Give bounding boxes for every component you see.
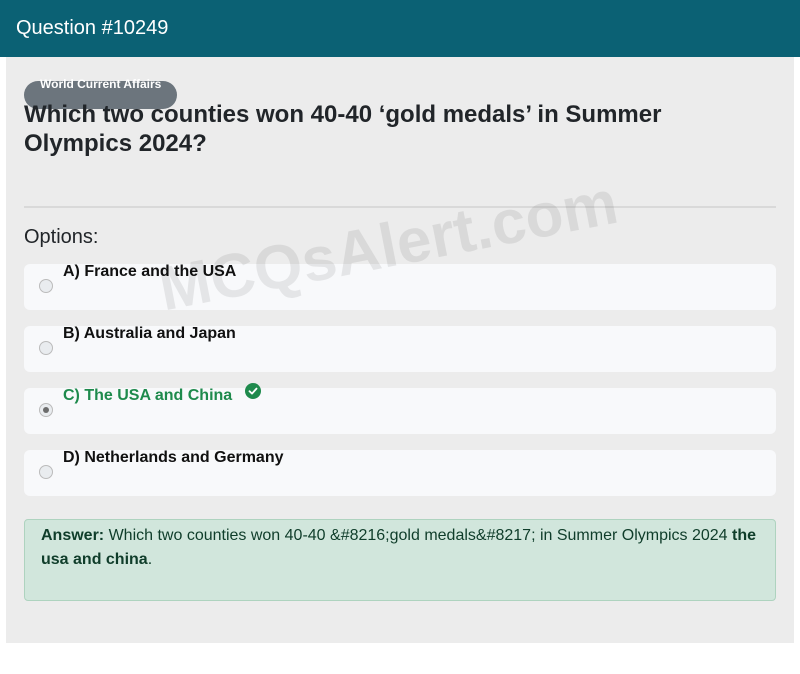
option-b-label: B) Australia and Japan — [63, 325, 236, 342]
page-header: Question #10249 — [0, 0, 800, 57]
option-d-radio[interactable] — [39, 465, 53, 479]
answer-box: Answer: Which two counties won 40-40 &#8… — [24, 519, 776, 601]
option-d[interactable]: D) Netherlands and Germany — [24, 449, 776, 496]
answer-prefix: Answer: — [41, 527, 105, 544]
check-circle-icon — [245, 383, 261, 399]
answer-text: Which two counties won 40-40 &#8216;gold… — [104, 527, 733, 544]
question-card: World Current Affairs Which two counties… — [6, 57, 794, 643]
option-a-radio[interactable] — [39, 279, 53, 293]
divider — [24, 206, 776, 208]
option-c-radio[interactable] — [39, 403, 53, 417]
options-heading: Options: — [24, 226, 99, 248]
answer-suffix: . — [147, 551, 153, 568]
option-d-label: D) Netherlands and Germany — [63, 449, 284, 466]
option-a[interactable]: A) France and the USA — [24, 263, 776, 310]
option-b[interactable]: B) Australia and Japan — [24, 325, 776, 372]
question-number-title: Question #10249 — [16, 17, 169, 39]
option-a-label: A) France and the USA — [63, 263, 237, 280]
option-c[interactable]: C) The USA and China — [24, 383, 776, 434]
option-c-label: C) The USA and China — [63, 387, 233, 404]
category-badge-label: World Current Affairs — [40, 77, 162, 91]
option-b-radio[interactable] — [39, 341, 53, 355]
question-text: Which two counties won 40-40 ‘gold medal… — [24, 101, 662, 157]
